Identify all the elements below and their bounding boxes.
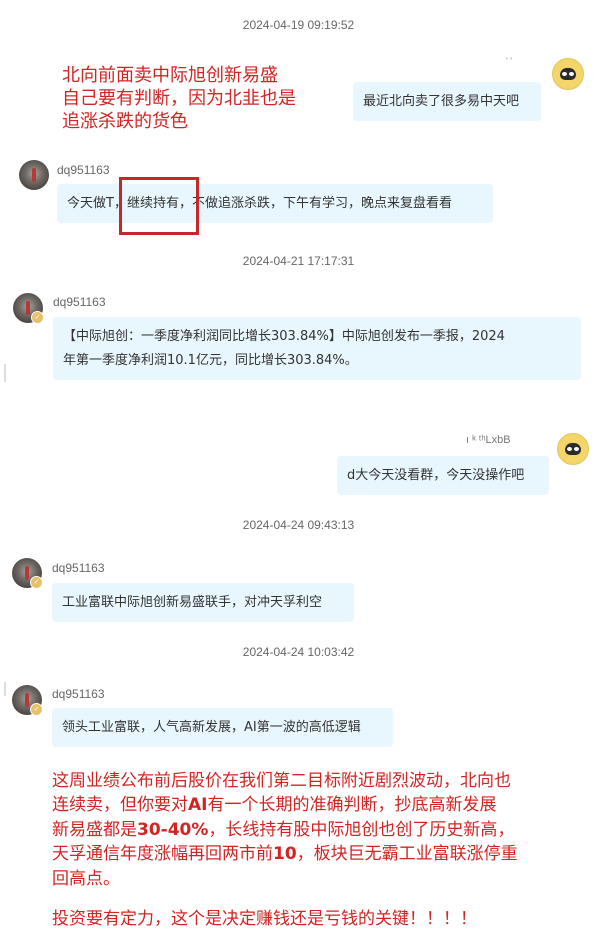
message-text: 年第一季度净利润10.1亿元，同比增长303.84%。 (63, 353, 358, 368)
timestamp: 2024-04-21 17:17:31 (242, 254, 355, 268)
message-text: 【中际旭创：一季度净利润同比增长303.84%】中际旭创发布一季报，2024 (63, 329, 505, 344)
annotation-bottom: 这周业绩公布前后股价在我们第二目标附近剧烈波动，北向也 连续卖，但你要对AI有一… (52, 769, 592, 931)
verified-badge-icon: ✓ (31, 311, 44, 324)
annotation-line: 连续卖，但你要对AI有一个长期的准确判断，抄底高新发展 (52, 795, 497, 816)
message-bubble[interactable]: 【中际旭创：一季度净利润同比增长303.84%】中际旭创发布一季报，2024 年… (53, 317, 581, 380)
scroll-mark (4, 364, 6, 382)
self-avatar[interactable] (557, 433, 589, 465)
message-text: 领头工业富联，人气高新发展，AI第一波的高低逻辑 (62, 720, 361, 735)
annotation-line: 自己要有判断，因为北韭也是 (62, 88, 296, 109)
timestamp: 2024-04-19 09:19:52 (242, 18, 355, 32)
username: dq951163 (52, 561, 105, 575)
username: dq951163 (57, 163, 110, 177)
message-bubble[interactable]: 领头工业富联，人气高新发展，AI第一波的高低逻辑 (52, 708, 393, 747)
annotation-line: 追涨杀跌的货色 (62, 111, 188, 132)
message-text: 最近北向卖了很多易中天吧 (363, 94, 520, 109)
message-bubble[interactable]: d大今天没看群，今天没操作吧 (337, 456, 549, 495)
annotation-line: 北向前面卖中际旭创新易盛 (62, 65, 278, 86)
username: dq951163 (52, 687, 105, 701)
timestamp: 2024-04-24 10:03:42 (242, 645, 355, 659)
highlight-box (119, 177, 199, 235)
annotation-line: 投资要有定力，这个是决定赚钱还是亏钱的关键！！！！ (52, 909, 477, 930)
message-text: d大今天没看群，今天没操作吧 (347, 468, 525, 483)
annotation-top: 北向前面卖中际旭创新易盛 自己要有判断，因为北韭也是 追涨杀跌的货色 (62, 64, 296, 133)
message-text: 工业富联中际旭创新易盛联手，对冲天孚利空 (62, 595, 323, 610)
verified-badge-icon: ✓ (30, 703, 43, 716)
self-username: ' ' (506, 56, 512, 66)
message-bubble[interactable]: 工业富联中际旭创新易盛联手，对冲天孚利空 (52, 583, 354, 622)
annotation-line: 回高点。 (52, 868, 120, 889)
timestamp: 2024-04-24 09:43:13 (242, 518, 355, 532)
username: dq951163 (53, 295, 106, 309)
self-username: ı ᵏ ᵗʰLxbB (466, 434, 511, 446)
message-bubble[interactable]: 最近北向卖了很多易中天吧 (353, 82, 541, 121)
chat-screenshot: 2024-04-19 09:19:52 北向前面卖中际旭创新易盛 自己要有判断，… (0, 0, 597, 937)
annotation-line: 这周业绩公布前后股价在我们第二目标附近剧烈波动，北向也 (52, 771, 511, 791)
annotation-line: 新易盛都是30-40%，长线持有股中际旭创也创了历史新高， (52, 819, 515, 840)
self-avatar[interactable] (552, 58, 584, 90)
scroll-mark (4, 682, 6, 696)
user-avatar[interactable] (19, 160, 49, 190)
verified-badge-icon: ✓ (30, 576, 43, 589)
annotation-line: 天孚通信年度涨幅再回两市前10，板块巨无霸工业富联涨停重 (52, 844, 518, 865)
